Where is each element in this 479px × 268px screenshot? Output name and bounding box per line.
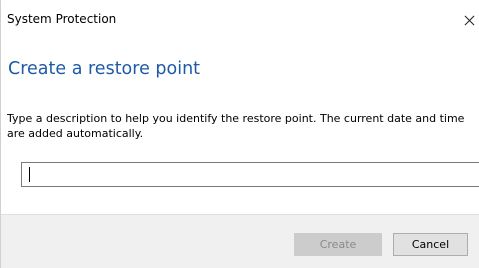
dialog-heading: Create a restore point	[8, 59, 201, 79]
window-title: System Protection	[7, 12, 117, 26]
create-button[interactable]: Create	[294, 233, 382, 256]
dialog-description: Type a description to help you identify …	[7, 112, 465, 140]
title-bar[interactable]: System Protection	[1, 0, 479, 38]
cancel-button[interactable]: Cancel	[393, 233, 468, 256]
system-protection-dialog: System Protection Create a restore point…	[0, 0, 479, 268]
restore-point-description-input[interactable]	[21, 162, 479, 187]
text-caret	[29, 167, 30, 182]
close-button[interactable]	[459, 6, 479, 32]
